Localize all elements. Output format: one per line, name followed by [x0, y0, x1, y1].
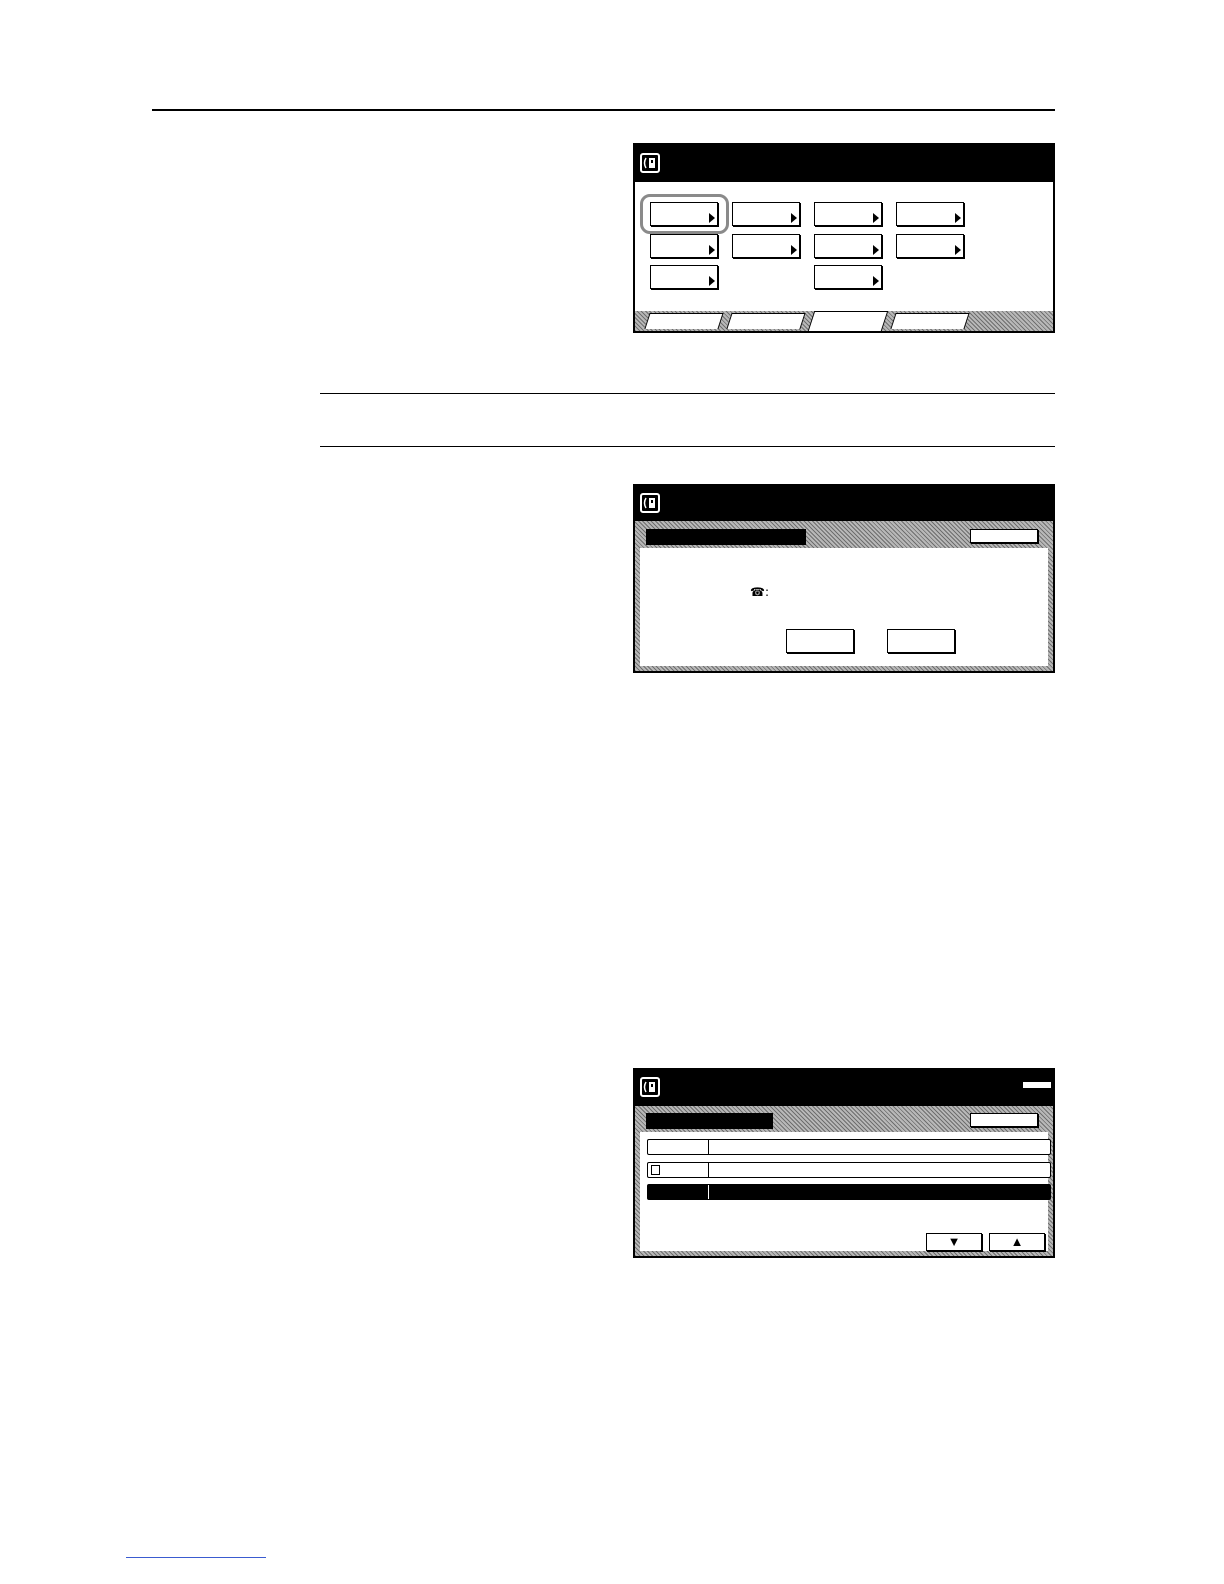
tab-4[interactable] [890, 313, 970, 329]
dialog-button-2[interactable] [887, 629, 955, 653]
key-2-4[interactable] [896, 234, 964, 258]
list-row-3[interactable] [647, 1184, 1051, 1200]
key-1-1[interactable] [650, 202, 718, 226]
triangle-right-icon [955, 213, 961, 223]
list-row-1[interactable] [647, 1139, 1051, 1155]
triangle-right-icon [873, 245, 879, 255]
fax-icon [640, 493, 660, 513]
scroll-down-button[interactable]: ▼ [926, 1233, 982, 1251]
key-2-1[interactable] [650, 234, 718, 258]
fax-main-screen [633, 143, 1055, 333]
list-close-button[interactable] [970, 1113, 1038, 1127]
key-2-2[interactable] [732, 234, 800, 258]
tab-3[interactable] [807, 311, 889, 331]
list-heading-bar [646, 1113, 773, 1129]
triangle-right-icon [955, 245, 961, 255]
up-arrow-icon: ▲ [1010, 1234, 1024, 1249]
triangle-right-icon [873, 213, 879, 223]
key-3-1[interactable] [650, 265, 718, 289]
key-2-3[interactable] [814, 234, 882, 258]
tab-2[interactable] [726, 313, 806, 329]
note-rule-bottom [320, 446, 1055, 447]
fax-list-screen: ▼ ▲ [633, 1068, 1055, 1258]
fax-icon [640, 153, 660, 173]
key-1-4[interactable] [896, 202, 964, 226]
triangle-right-icon [709, 276, 715, 286]
down-arrow-icon: ▼ [947, 1234, 961, 1249]
triangle-right-icon [791, 213, 797, 223]
fax-dialog-screen: ☎: [633, 484, 1055, 673]
document-icon [651, 1165, 660, 1175]
triangle-right-icon [873, 276, 879, 286]
fax-icon [640, 1077, 660, 1097]
key-1-2[interactable] [732, 202, 800, 226]
dialog-close-button[interactable] [970, 529, 1038, 543]
dialog-button-1[interactable] [786, 629, 854, 653]
dialog-heading-bar [646, 529, 806, 545]
page-header-rule [152, 109, 1055, 111]
footnote-link-line[interactable] [126, 1557, 266, 1558]
screen-titlebar [635, 1070, 1053, 1106]
note-rule-top [320, 393, 1055, 394]
tab-1[interactable] [644, 313, 724, 329]
key-3-3[interactable] [814, 265, 882, 289]
triangle-right-icon [709, 245, 715, 255]
status-indicator [1023, 1082, 1051, 1088]
screen-titlebar [635, 145, 1053, 182]
screen-titlebar [635, 486, 1053, 521]
key-1-3[interactable] [814, 202, 882, 226]
phone-symbol: ☎: [750, 585, 769, 599]
list-row-2[interactable] [647, 1162, 1051, 1178]
triangle-right-icon [791, 245, 797, 255]
triangle-right-icon [709, 213, 715, 223]
scroll-up-button[interactable]: ▲ [989, 1233, 1045, 1251]
